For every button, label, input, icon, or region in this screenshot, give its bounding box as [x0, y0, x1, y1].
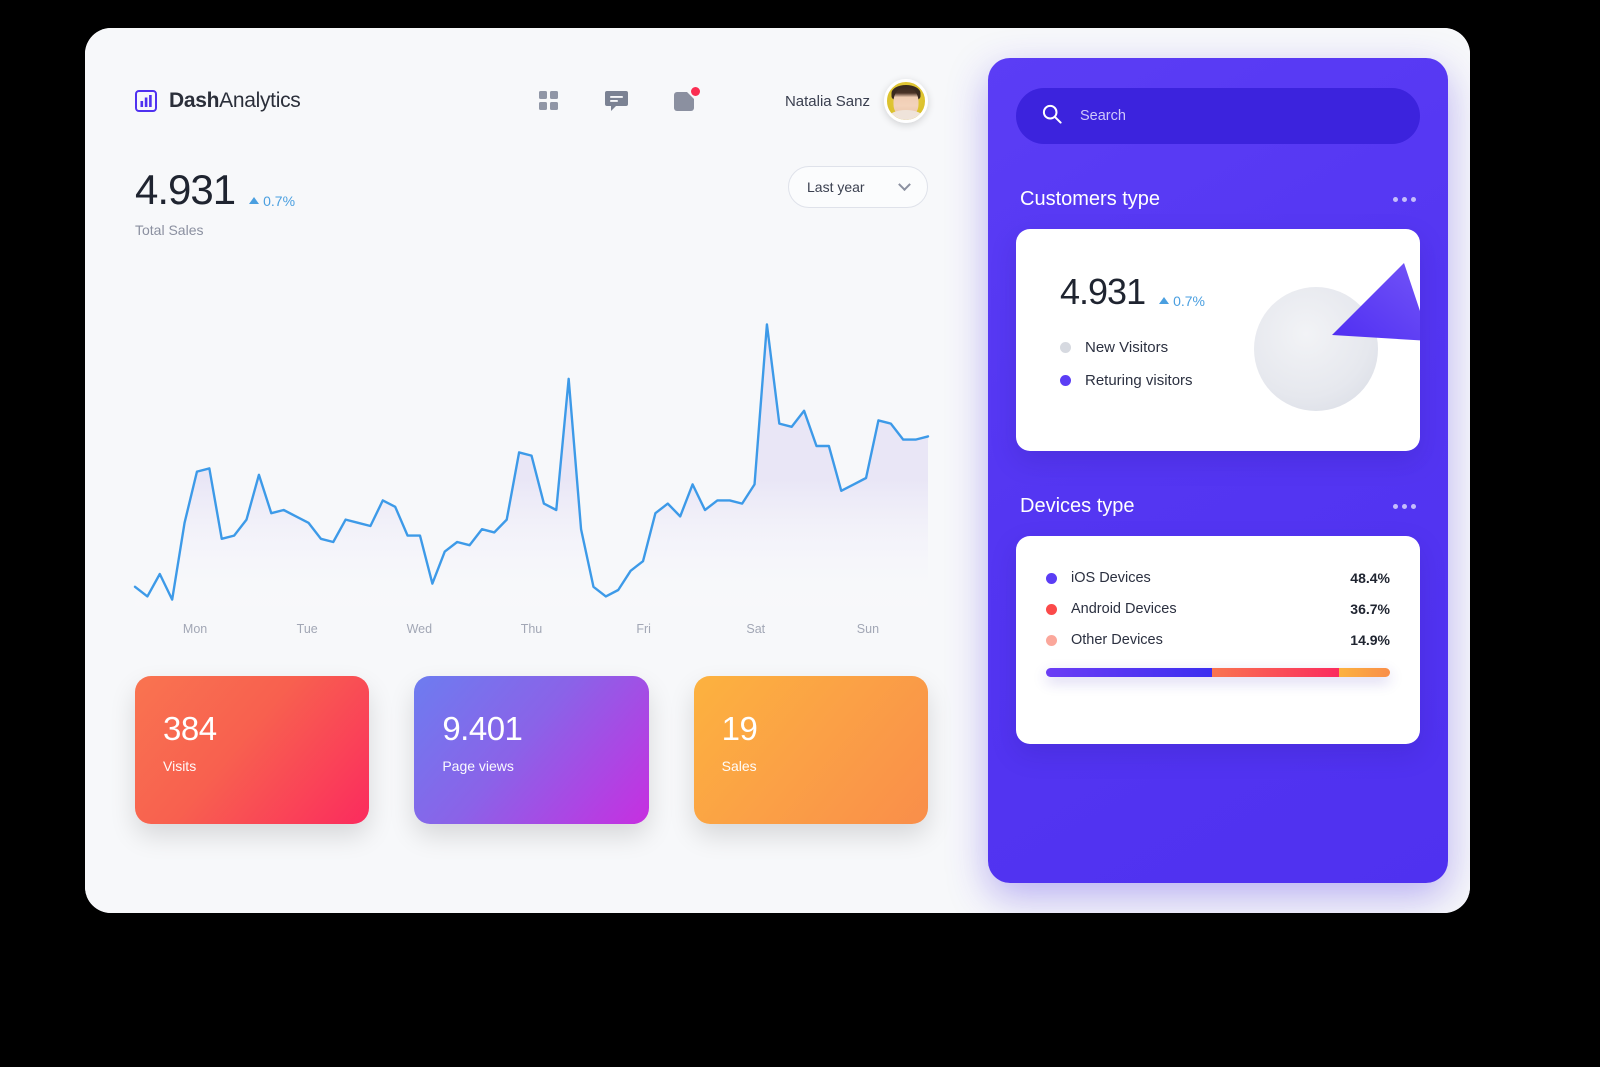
app-name: DashAnalytics — [169, 89, 301, 113]
kpi-section: 4.931 0.7% Total Sales Last year — [85, 126, 978, 238]
stat-card-label: Page views — [442, 758, 514, 774]
sales-line-chart[interactable] — [133, 286, 930, 606]
x-axis-tick: Wed — [406, 622, 433, 636]
device-row: Android Devices 36.7% — [1046, 601, 1390, 617]
total-sales-value: 4.931 — [135, 166, 236, 213]
dashboard-window: DashAnalytics Natalia Sanz 4.931 0.7% To… — [85, 28, 1470, 913]
date-range-selector[interactable]: Last year — [788, 166, 928, 208]
trend-up-icon — [1159, 297, 1170, 304]
device-name: iOS Devices — [1071, 570, 1151, 586]
x-axis-tick: Fri — [636, 622, 651, 636]
search-input[interactable]: Search — [1016, 88, 1420, 144]
legend-color-dot — [1060, 375, 1071, 386]
x-axis-tick: Mon — [182, 622, 208, 636]
devices-section-header: Devices type — [1020, 495, 1416, 518]
date-range-value: Last year — [807, 179, 865, 195]
total-sales-label: Total Sales — [135, 222, 204, 238]
search-placeholder: Search — [1080, 108, 1126, 124]
customers-type-card: 4.931 0.7% New Visitors Returing visitors — [1016, 229, 1420, 451]
devices-distribution-bar — [1046, 668, 1390, 677]
chevron-down-icon — [898, 177, 911, 191]
distribution-segment — [1212, 668, 1339, 677]
search-icon — [1042, 104, 1062, 129]
total-sales-delta: 0.7% — [249, 193, 295, 209]
device-color-dot — [1046, 572, 1057, 584]
distribution-segment — [1338, 668, 1390, 677]
grid-icon[interactable] — [537, 89, 561, 113]
visits-card[interactable]: 384 Visits — [135, 676, 370, 824]
device-color-dot — [1046, 634, 1057, 646]
device-row: Other Devices 14.9% — [1046, 632, 1390, 648]
device-name: Other Devices — [1071, 632, 1163, 648]
device-percentage: 14.9% — [1350, 632, 1390, 648]
chat-icon[interactable] — [605, 89, 629, 113]
legend-color-dot — [1060, 342, 1071, 353]
app-name-bold: Dash — [169, 89, 220, 112]
stat-card-value: 384 — [163, 710, 217, 747]
user-avatar[interactable] — [884, 79, 928, 123]
customers-value: 4.931 — [1060, 271, 1146, 312]
total-sales-delta-value: 0.7% — [263, 192, 296, 209]
x-axis-tick: Sat — [746, 622, 766, 636]
sales-chart-section: Mon Tue Wed Thu Fri Sat Sun — [85, 286, 978, 636]
stat-card-value: 9.401 — [442, 710, 523, 747]
page-views-card[interactable]: 9.401 Page views — [414, 676, 649, 824]
x-axis-tick: Sun — [856, 622, 880, 636]
x-axis-tick: Thu — [520, 622, 543, 636]
distribution-segment — [1046, 668, 1213, 677]
app-logo[interactable]: DashAnalytics — [135, 89, 301, 113]
device-percentage: 48.4% — [1350, 570, 1390, 586]
chart-svg — [133, 323, 930, 606]
customers-delta: 0.7% — [1159, 293, 1205, 309]
device-color-dot — [1046, 603, 1057, 615]
user-menu[interactable]: Natalia Sanz — [785, 79, 928, 123]
stat-card-label: Visits — [163, 758, 197, 774]
device-name: Android Devices — [1071, 601, 1177, 617]
app-name-rest: Analytics — [219, 89, 301, 112]
device-percentage: 36.7% — [1350, 601, 1390, 617]
x-axis-tick: Tue — [296, 622, 318, 636]
customers-delta-value: 0.7% — [1173, 292, 1206, 309]
sales-card[interactable]: 19 Sales — [693, 676, 928, 824]
customers-more-options-icon[interactable] — [1393, 197, 1416, 202]
devices-section-title: Devices type — [1020, 495, 1135, 517]
stat-card-value: 19 — [721, 710, 758, 747]
legend-label: Returing visitors — [1085, 372, 1193, 389]
user-name: Natalia Sanz — [784, 92, 870, 110]
customers-section-title: Customers type — [1020, 188, 1161, 210]
top-bar: DashAnalytics Natalia Sanz — [85, 76, 978, 126]
chart-x-axis: Mon Tue Wed Thu Fri Sat Sun — [135, 622, 928, 636]
customers-pie-chart[interactable] — [1244, 257, 1420, 427]
notification-badge — [690, 87, 700, 96]
side-panel: Search Customers type 4.931 0.7% New Vis… — [978, 28, 1470, 913]
pie-svg — [1254, 263, 1420, 411]
top-bar-actions: Natalia Sanz — [537, 79, 928, 123]
bar-chart-icon — [135, 90, 157, 112]
devices-type-card: iOS Devices 48.4% Android Devices 36.7% Othe… — [1016, 536, 1420, 744]
stat-cards-row: 384 Visits 9.401 Page views 19 Sales — [85, 636, 978, 824]
trend-up-icon — [249, 197, 260, 204]
devices-more-options-icon[interactable] — [1393, 504, 1416, 509]
customers-section-header: Customers type — [1020, 188, 1416, 211]
devices-list: iOS Devices 48.4% Android Devices 36.7% Othe… — [1046, 570, 1390, 648]
stat-card-label: Sales — [721, 758, 757, 774]
device-row: iOS Devices 48.4% — [1046, 570, 1390, 586]
main-panel: DashAnalytics Natalia Sanz 4.931 0.7% To… — [85, 28, 978, 913]
legend-label: New Visitors — [1085, 339, 1169, 356]
notifications-icon[interactable] — [673, 87, 700, 113]
